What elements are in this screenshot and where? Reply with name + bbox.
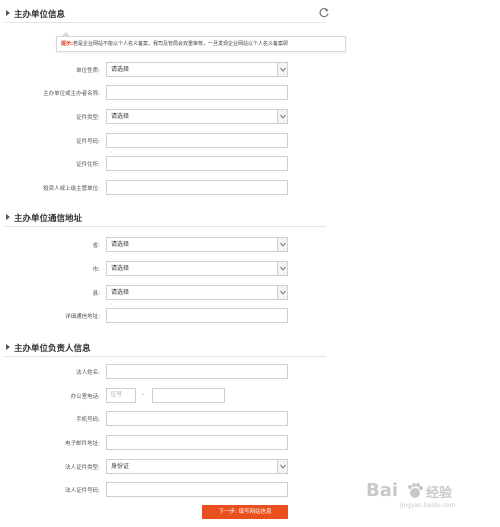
label-province: 省: [92,243,100,249]
chevron-down-icon[interactable] [277,63,287,76]
paw-icon [408,483,423,498]
watermark-brand-jingyan: 经验 [426,486,453,501]
label-legal-name: 法人姓名: [76,370,100,376]
section-title-responsible: 主办单位负责人信息 [6,342,91,354]
select-value: 请选择 [111,66,130,73]
phone-separator: - [142,391,145,398]
tip-text: 若是企业网站不能以个人名义备案，我司及管局会双重审核，一旦发现企业网站以个人名义… [73,41,289,47]
select-value: 请选择 [111,265,130,272]
chevron-down-icon[interactable] [277,110,287,123]
chevron-down-icon[interactable] [277,238,287,251]
label-city: 市: [92,267,100,273]
refresh-icon[interactable] [318,7,330,19]
select-value: 请选择 [111,113,130,120]
section-title-text: 主办单位负责人信息 [14,344,91,354]
section-title-address: 主办单位通信地址 [6,212,82,224]
detail-address-input[interactable] [106,308,288,323]
id-type-select[interactable]: 请选择 [106,109,288,124]
next-step-button[interactable]: 下一步: 填写网站信息 [202,505,288,519]
label-unit-nature: 单位性质: [76,68,100,74]
legal-id-type-select[interactable]: 身份证 [106,459,288,474]
label-office-phone: 办公室电话: [70,394,100,400]
tip-box: 提示:若是企业网站不能以个人名义备案，我司及管局会双重审核，一旦发现企业网站以个… [56,36,346,52]
select-value: 身份证 [111,463,130,470]
watermark-brand: Bai [366,480,399,501]
province-select[interactable]: 请选择 [106,237,288,252]
office-phone-input[interactable] [152,388,225,403]
label-detail-address: 详细通信地址: [65,314,100,320]
select-value: 请选择 [111,241,130,248]
label-sponsor-name: 主办单位或主办者名称: [43,91,100,97]
legal-name-input[interactable] [106,364,288,379]
select-value: 请选择 [111,289,130,296]
label-legal-id-number: 法人证件号码: [65,488,100,494]
area-code-input[interactable]: 区号 [106,388,136,403]
tip-label: 提示: [61,41,73,47]
label-investor: 投资人或上级主管单位: [43,186,100,192]
label-id-number: 证件号码: [76,139,100,145]
legal-id-number-input[interactable] [106,482,288,497]
divider [4,226,326,227]
triangle-arrow-icon [6,214,10,220]
triangle-arrow-icon [6,344,10,350]
watermark-url: jingyan.baidu.com [400,502,456,509]
county-select[interactable]: 请选择 [106,285,288,300]
sponsor-name-input[interactable] [106,85,288,100]
section-title-text: 主办单位通信地址 [14,214,83,224]
chevron-down-icon[interactable] [277,262,287,275]
triangle-arrow-icon [6,10,10,16]
baidu-jingyan-watermark: Bai 经验 jingyan.baidu.com [362,480,497,510]
section-title-text: 主办单位信息 [14,10,66,20]
chevron-down-icon[interactable] [277,286,287,299]
id-number-input[interactable] [106,133,288,148]
mobile-input[interactable] [106,411,288,426]
label-county: 县: [92,291,100,297]
label-id-address: 证件住所: [76,162,100,168]
investor-input[interactable] [106,180,288,195]
unit-nature-select[interactable]: 请选择 [106,62,288,77]
label-id-type: 证件类型: [76,115,100,121]
label-legal-id-type: 法人证件类型: [65,465,100,471]
city-select[interactable]: 请选择 [106,261,288,276]
divider [4,356,326,357]
divider [4,22,326,23]
label-mobile: 手机号码: [76,417,100,423]
id-address-input[interactable] [106,156,288,171]
chevron-down-icon[interactable] [277,460,287,473]
email-input[interactable] [106,435,288,450]
section-title-sponsor-info: 主办单位信息 [6,8,65,20]
label-email: 电子邮件地址: [65,441,100,447]
